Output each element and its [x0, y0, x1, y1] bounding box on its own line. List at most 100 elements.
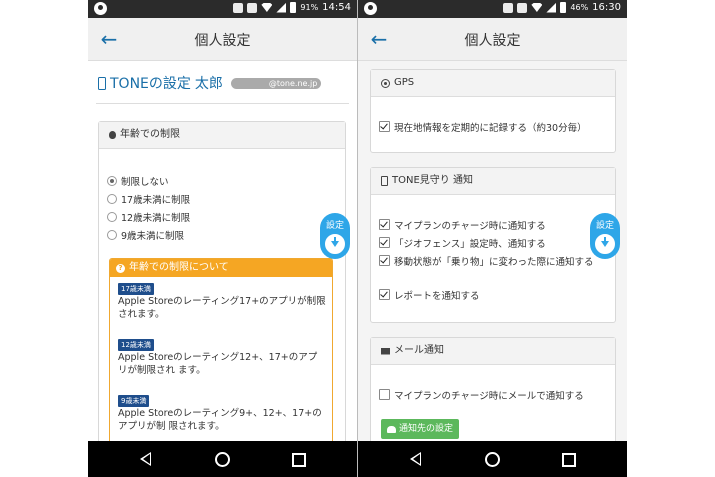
mobile-phone-icon — [381, 176, 388, 186]
info-header: ? 年齢での制限について — [110, 259, 332, 277]
panel-title: GPS — [394, 77, 415, 88]
mobile-phone-icon — [98, 76, 106, 90]
fab-label: 設定 — [595, 221, 614, 231]
users-icon — [387, 425, 396, 433]
status-bar: 91% 14:54 — [88, 0, 357, 18]
mail-notify-panel: メール通知 マイプランのチャージ時にメールで通知する 通知先の設定 — [370, 337, 616, 441]
android-nav-bar — [358, 441, 627, 477]
checkbox[interactable] — [379, 219, 390, 230]
panel-header: GPS — [371, 70, 615, 97]
checkbox-label: マイプランのチャージ時にメールで通知する — [394, 391, 584, 402]
age-desc-12: Apple Storeのレーティング12+、17+のアプリが制限され ます。 — [118, 352, 318, 376]
age-desc-9: Apple Storeのレーティング9+、12+、17+のアプリが制 限されます… — [118, 408, 322, 432]
gps-icon — [381, 78, 390, 88]
checkbox-label: 「ジオフェンス」設定時、通知する — [394, 239, 546, 250]
age-badge-17: 17歳未満 — [118, 283, 154, 295]
signal-icon — [276, 2, 287, 13]
nav-back-icon[interactable] — [410, 452, 421, 466]
checkbox-label: レポートを通知する — [394, 291, 480, 302]
app-bar: ← 個人設定 — [88, 18, 357, 61]
nav-recent-icon[interactable] — [562, 453, 576, 467]
radio-button[interactable] — [107, 230, 117, 240]
notification-icon — [94, 2, 107, 15]
arrow-down-icon — [325, 234, 345, 254]
radio-option-under-9[interactable]: 9歳未満に制限 — [107, 228, 184, 242]
signal-icon — [546, 2, 557, 13]
android-nav-bar — [88, 441, 357, 477]
checkbox[interactable] — [379, 289, 390, 300]
panel-header: メール通知 — [371, 338, 615, 365]
age-badge-9: 9歳未満 — [118, 395, 150, 407]
envelope-icon — [381, 347, 390, 355]
checkbox[interactable] — [379, 389, 390, 400]
panel-header: 年齢での制限 — [99, 122, 345, 149]
nav-back-icon[interactable] — [140, 452, 151, 466]
user-name: 太郎 — [194, 76, 223, 92]
info-title: 年齢での制限について — [129, 262, 229, 273]
notify-destination-button[interactable]: 通知先の設定 — [381, 419, 460, 439]
radio-label: 9歳未満に制限 — [121, 231, 185, 242]
apple-icon — [109, 131, 116, 139]
nav-home-icon[interactable] — [215, 452, 230, 467]
vibrate-icon — [233, 2, 244, 13]
radio-button[interactable] — [107, 212, 117, 222]
question-icon: ? — [116, 263, 125, 273]
panel-title: メール通知 — [394, 345, 444, 356]
user-header: TONEの設定 太郎 @tone.ne.jp — [98, 73, 322, 93]
battery-percent: 91% — [300, 3, 319, 12]
radio-option-no-limit[interactable]: 制限しない — [107, 174, 169, 188]
battery-icon — [290, 2, 297, 13]
settings-fab[interactable]: 設定 — [590, 213, 620, 259]
watch-notify-panel: TONE見守り 通知 マイプランのチャージ時に通知する 「ジオフェンス」設定時、… — [370, 167, 616, 323]
panel-title: 年齢での制限 — [120, 129, 180, 140]
checkbox-charge-notify[interactable]: マイプランのチャージ時に通知する — [379, 218, 546, 232]
app-bar: ← 個人設定 — [358, 18, 627, 61]
nav-home-icon[interactable] — [485, 452, 500, 467]
checkbox-record-location[interactable]: 現在地情報を定期的に記録する（約30分毎） — [379, 120, 587, 134]
fab-label: 設定 — [325, 221, 344, 231]
clock: 14:54 — [322, 2, 351, 13]
wifi-icon — [531, 3, 543, 12]
page-title: 個人設定 — [464, 33, 521, 49]
clock: 16:30 — [592, 2, 621, 13]
phone-screen-right: 46% 16:30 ← 個人設定 GPS 現在地情報を定期的に記録する（約30分… — [357, 0, 627, 477]
nfc-icon — [517, 2, 528, 13]
settings-content[interactable]: GPS 現在地情報を定期的に記録する（約30分毎） TONE見守り 通知 マイプ… — [358, 61, 627, 441]
checkbox-mail-charge-notify[interactable]: マイプランのチャージ時にメールで通知する — [379, 388, 584, 402]
status-bar: 46% 16:30 — [358, 0, 627, 18]
checkbox[interactable] — [379, 121, 390, 132]
checkbox-label: マイプランのチャージ時に通知する — [394, 221, 546, 232]
checkbox-vehicle-notify[interactable]: 移動状態が「乗り物」に変わった際に通知する — [379, 254, 605, 268]
radio-button[interactable] — [107, 176, 117, 186]
phone-screen-left: 91% 14:54 ← 個人設定 TONEの設定 太郎 @tone.ne.jp … — [88, 0, 357, 477]
button-label: 通知先の設定 — [399, 424, 454, 434]
age-info-box: ? 年齢での制限について 17歳未満 Apple Storeのレーティング17+… — [109, 258, 333, 441]
checkbox-label: 現在地情報を定期的に記録する（約30分毎） — [394, 123, 587, 134]
radio-option-under-12[interactable]: 12歳未満に制限 — [107, 210, 190, 224]
page-title: 個人設定 — [194, 33, 251, 49]
age-desc-17: Apple Storeのレーティング17+のアプリが制限されます。 — [118, 296, 326, 320]
age-restriction-panel: 年齢での制限 制限しない 17歳未満に制限 12歳未満に制限 9歳未満に制限 ? — [98, 121, 346, 441]
radio-option-under-17[interactable]: 17歳未満に制限 — [107, 192, 190, 206]
settings-prefix: TONEの設定 — [110, 76, 191, 92]
checkbox[interactable] — [379, 237, 390, 248]
radio-label: 12歳未満に制限 — [121, 213, 191, 224]
checkbox-report-notify[interactable]: レポートを通知する — [379, 288, 480, 302]
nav-recent-icon[interactable] — [292, 453, 306, 467]
checkbox[interactable] — [379, 255, 390, 266]
arrow-down-icon — [595, 234, 615, 254]
checkbox-label: 移動状態が「乗り物」に変わった際に通知する — [394, 257, 594, 268]
radio-label: 制限しない — [121, 177, 169, 188]
wifi-icon — [261, 3, 273, 12]
panel-title: TONE見守り 通知 — [392, 175, 473, 186]
checkbox-geofence-notify[interactable]: 「ジオフェンス」設定時、通知する — [379, 236, 546, 250]
battery-icon — [560, 2, 567, 13]
settings-content[interactable]: TONEの設定 太郎 @tone.ne.jp 年齢での制限 制限しない 17歳未… — [88, 61, 357, 441]
divider — [96, 103, 349, 104]
user-email: @tone.ne.jp — [230, 77, 322, 89]
status-icons: 91% 14:54 — [233, 2, 351, 13]
status-icons: 46% 16:30 — [503, 2, 621, 13]
age-badge-12: 12歳未満 — [118, 339, 154, 351]
radio-button[interactable] — [107, 194, 117, 204]
settings-fab[interactable]: 設定 — [320, 213, 350, 259]
